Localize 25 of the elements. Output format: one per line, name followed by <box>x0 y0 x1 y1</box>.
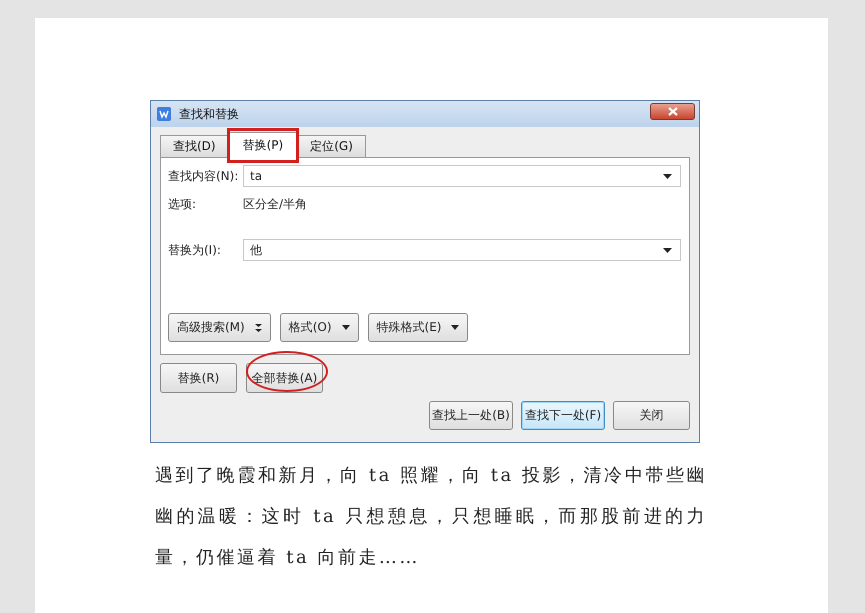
caret-icon <box>342 325 350 330</box>
tab[interactable]: 查找(D) <box>160 135 229 157</box>
replace-button[interactable]: 替换(R) <box>160 363 237 393</box>
document-icon <box>157 107 171 121</box>
dropdown-icon <box>663 248 672 252</box>
dropdown-button[interactable]: 高级搜索(M) <box>168 313 271 342</box>
options-value: 区分全/半角 <box>243 196 308 213</box>
dialog-button[interactable]: 查找上一处(B) <box>429 401 513 430</box>
window-title: 查找和替换 <box>179 106 240 122</box>
dropdown-icon <box>663 174 672 178</box>
find-field[interactable]: ta <box>243 165 681 187</box>
field-label: 查找内容(N): <box>168 168 240 184</box>
options-label: 选项: <box>168 196 198 213</box>
field-label: 替换为(I): <box>168 242 222 258</box>
body-paragraph: 遇到了晚霞和新月，向 ta 照耀，向 ta 投影，清冷中带些幽幽的温暖：这时 ta 只想憩息，只想睡眠，而那股前进的力量，仍催逼着 ta 向前走…… <box>155 464 707 570</box>
double-caret-icon <box>254 324 262 332</box>
dialog-button[interactable]: 查找下一处(F) <box>521 401 605 430</box>
close-button[interactable] <box>650 102 695 120</box>
tab[interactable]: 定位(G) <box>297 135 366 157</box>
dropdown-button[interactable]: 格式(O) <box>280 313 359 342</box>
replace-field[interactable]: 他 <box>243 239 681 261</box>
close-icon <box>666 106 678 116</box>
caret-icon <box>451 325 460 330</box>
dropdown-button[interactable]: 特殊格式(E) <box>368 313 468 342</box>
dialog-button[interactable]: 关闭 <box>613 401 690 430</box>
